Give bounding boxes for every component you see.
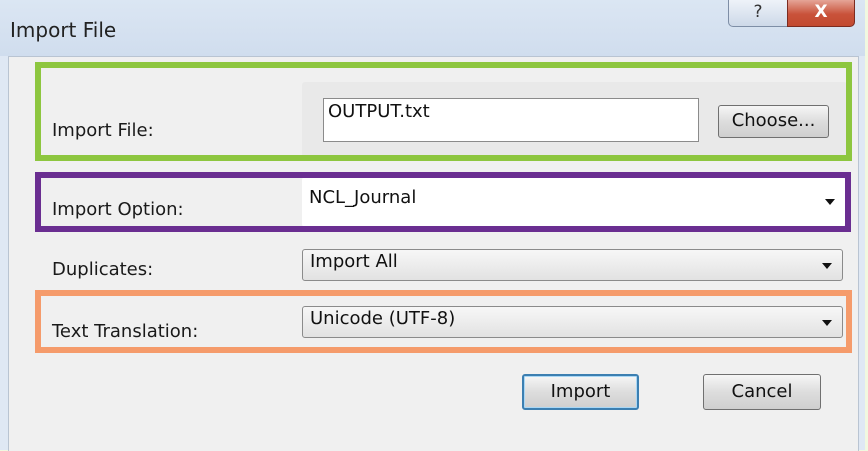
import-button[interactable]: Import [522,374,639,410]
cancel-button-label: Cancel [731,381,793,402]
cancel-button[interactable]: Cancel [703,374,821,410]
help-button[interactable]: ? [728,0,788,27]
help-icon: ? [753,2,763,22]
dialog-title: Import File [10,18,117,42]
text-translation-highlight [35,290,852,353]
import-button-label: Import [550,381,611,402]
close-button[interactable]: X [787,0,855,27]
import-file-dialog: Import File ? X Import File: OUTPUT.txt … [0,0,865,451]
title-bar[interactable]: Import File ? X [0,0,865,56]
duplicates-dropdown[interactable]: Import All [302,249,843,281]
duplicates-label: Duplicates: [52,259,154,280]
chevron-down-icon [822,263,832,269]
import-option-highlight [35,172,851,232]
duplicates-selected: Import All [310,251,398,272]
close-icon: X [814,2,828,22]
import-file-highlight [35,62,852,161]
